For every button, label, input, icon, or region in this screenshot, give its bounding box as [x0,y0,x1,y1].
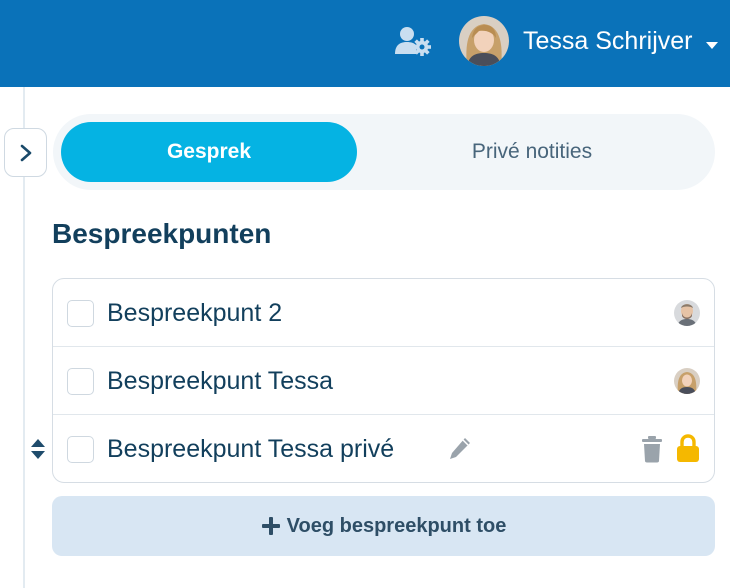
tab-prive-notities[interactable]: Privé notities [357,122,707,182]
top-bar: Tessa Schrijver [0,0,730,87]
user-name[interactable]: Tessa Schrijver [523,27,693,56]
trash-icon[interactable] [641,435,663,463]
agenda-list: Bespreekpunt 2 Bespreekpunt Tessa Bespre… [52,278,715,483]
male-avatar [674,300,700,326]
lock-icon [676,434,700,463]
tab-gesprek[interactable]: Gesprek [61,122,357,182]
plus-icon [261,517,280,535]
section-title: Bespreekpunten [52,218,272,249]
item-label[interactable]: Bespreekpunt 2 [107,299,282,328]
chevron-right-icon [20,144,32,162]
caret-down-icon[interactable] [705,37,719,49]
user-settings-icon[interactable] [394,26,432,56]
item-checkbox[interactable] [67,300,94,327]
list-item: Bespreekpunt 2 [53,279,714,347]
pencil-icon[interactable] [447,435,473,463]
tessa-avatar [674,368,700,394]
user-avatar[interactable] [459,16,509,66]
item-label[interactable]: Bespreekpunt Tessa privé [107,435,394,464]
add-agenda-item-button[interactable]: Voeg bespreekpunt toe [52,496,715,556]
item-checkbox[interactable] [67,436,94,463]
drag-handle-icon[interactable] [30,437,46,461]
item-label[interactable]: Bespreekpunt Tessa [107,367,333,396]
add-button-label: Voeg bespreekpunt toe [286,514,507,537]
list-item: Bespreekpunt Tessa [53,347,714,415]
list-item: Bespreekpunt Tessa privé [53,415,714,483]
expand-sidebar-button[interactable] [4,128,47,177]
item-checkbox[interactable] [67,368,94,395]
